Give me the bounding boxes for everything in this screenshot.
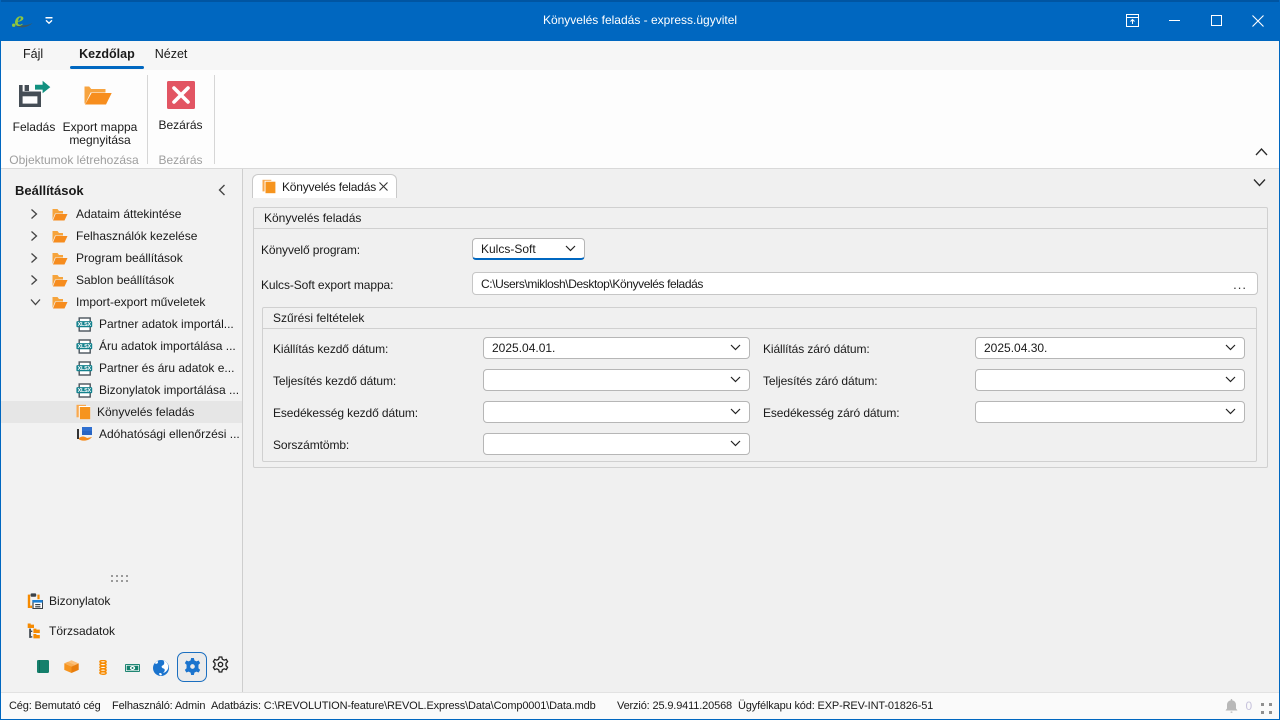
- svg-text:XLSX: XLSX: [78, 344, 92, 350]
- svg-text:e: e: [15, 11, 24, 29]
- svg-text:XLSX: XLSX: [78, 366, 92, 372]
- svg-text:XLSX: XLSX: [78, 388, 92, 394]
- svg-text:XLSX: XLSX: [78, 322, 92, 328]
